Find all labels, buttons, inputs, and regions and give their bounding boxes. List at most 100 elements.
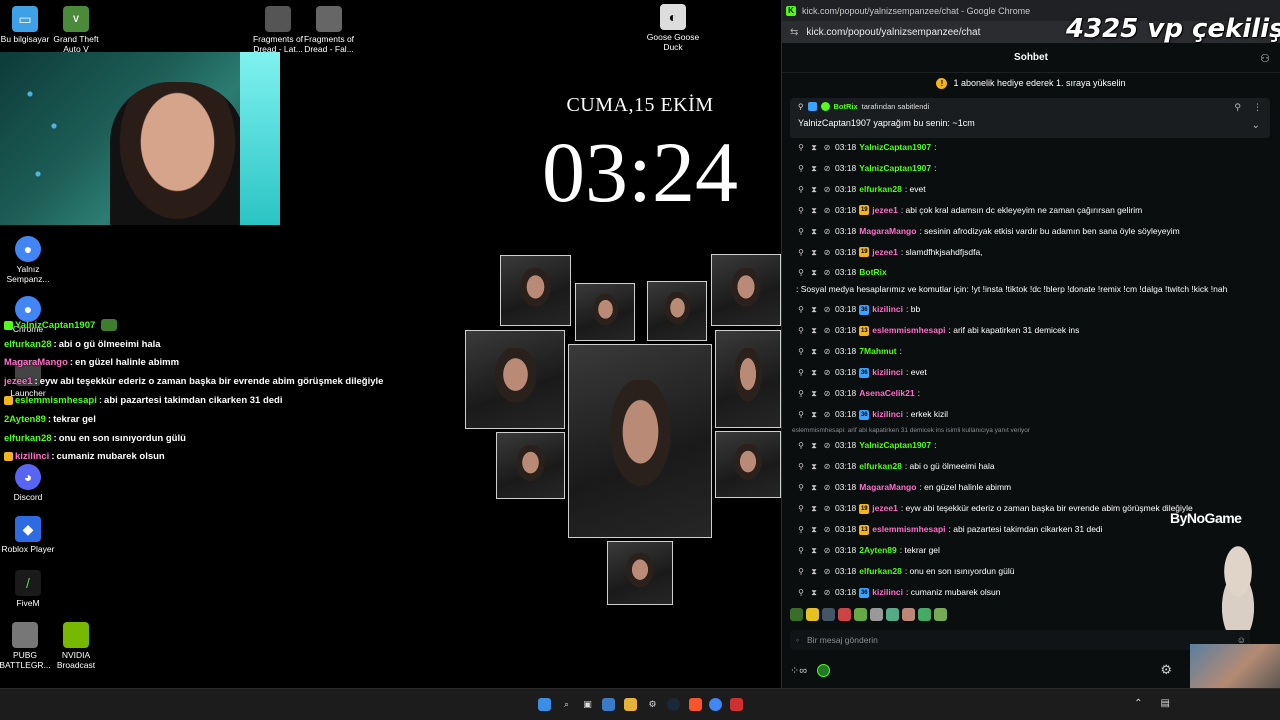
pin-message-icon[interactable]: ⚲ [796, 408, 806, 422]
chat-message[interactable]: ⚲ ⧗ ⊘ 03:18 AsenaCelik21: [790, 384, 1250, 405]
user-list-icon[interactable]: ⚇ [1260, 52, 1270, 65]
chat-message[interactable]: ⚲ ⧗ ⊘ 03:18 19 jezee1: slamdfhkjsahdfjsdfa, [790, 242, 1250, 263]
emote-icon[interactable] [902, 608, 915, 621]
timeout-icon[interactable]: ⧗ [809, 408, 819, 422]
pin-message-icon[interactable]: ⚲ [796, 565, 806, 579]
emote-icon[interactable] [918, 608, 931, 621]
timeout-icon[interactable]: ⧗ [809, 366, 819, 380]
message-username[interactable]: MagaraMango [859, 225, 916, 239]
task-view-icon[interactable]: ▣ [581, 698, 594, 711]
timeout-icon[interactable]: ⧗ [809, 225, 819, 239]
pin-message-icon[interactable]: ⚲ [796, 141, 806, 155]
timeout-icon[interactable]: ⧗ [809, 162, 819, 176]
kick-coin-icon[interactable] [817, 663, 831, 677]
message-username[interactable]: AsenaCelik21 [859, 387, 914, 401]
ban-icon[interactable]: ⊘ [822, 324, 832, 338]
timeout-icon[interactable]: ⧗ [809, 523, 819, 537]
timeout-icon[interactable]: ⧗ [809, 303, 819, 317]
chat-message[interactable]: ⚲ ⧗ ⊘ 03:18 elfurkan28: onu en son ısınıyord… [790, 562, 1250, 583]
points-icon[interactable]: ⁘∞ [790, 664, 807, 677]
ban-icon[interactable]: ⊘ [822, 246, 832, 260]
chat-message[interactable]: ⚲ ⧗ ⊘ 03:18 36 kizilinci: bb [790, 300, 1250, 321]
ban-icon[interactable]: ⊘ [822, 565, 832, 579]
ban-icon[interactable]: ⊘ [822, 366, 832, 380]
emote-icon[interactable] [854, 608, 867, 621]
timeout-icon[interactable]: ⧗ [809, 141, 819, 155]
settings-icon[interactable]: ⚙ [646, 698, 659, 711]
message-username[interactable]: 2Ayten89 [859, 544, 896, 558]
emote-icon[interactable] [806, 608, 819, 621]
ban-icon[interactable]: ⊘ [822, 460, 832, 474]
search-icon[interactable]: ⌕ [560, 698, 573, 711]
pin-message-icon[interactable]: ⚲ [796, 162, 806, 176]
ban-icon[interactable]: ⊘ [822, 408, 832, 422]
chat-message[interactable]: ⚲ ⧗ ⊘ 03:18 MagaraMango: sesinin afrodizyak … [790, 221, 1250, 242]
timeout-icon[interactable]: ⧗ [809, 481, 819, 495]
network-icon[interactable]: ▤ [1161, 698, 1170, 709]
pin-message-icon[interactable]: ⚲ [796, 225, 806, 239]
chat-message[interactable]: ⚲ ⧗ ⊘ 03:18 2Ayten89: tekrar gel [790, 541, 1250, 562]
ban-icon[interactable]: ⊘ [822, 141, 832, 155]
steam-icon[interactable] [667, 698, 680, 711]
chat-message[interactable]: ⚲ ⧗ ⊘ 03:18 YalnizCaptan1907: [790, 158, 1250, 179]
chat-message[interactable]: ⚲ ⧗ ⊘ 03:18 36 kizilinci: cumaniz mubarek ols… [790, 583, 1250, 604]
pin-message-icon[interactable]: ⚲ [796, 204, 806, 218]
desktop-icon-fragments-2[interactable]: Fragments of Dread - Fal... [297, 6, 361, 54]
brave-icon[interactable] [689, 698, 702, 711]
pin-message-icon[interactable]: ⚲ [796, 266, 806, 280]
pin-message-icon[interactable]: ⚲ [796, 460, 806, 474]
widgets-icon[interactable] [602, 698, 615, 711]
chat-message[interactable]: ⚲ ⧗ ⊘ 03:18 YalnizCaptan1907: [790, 137, 1250, 158]
message-username[interactable]: kizilinci [872, 366, 903, 380]
timeout-icon[interactable]: ⧗ [809, 460, 819, 474]
chat-message[interactable]: ⚲ ⧗ ⊘ 03:18 36 kizilinci: evet [790, 363, 1250, 384]
message-username[interactable]: kizilinci [872, 586, 903, 600]
timeout-icon[interactable]: ⧗ [809, 586, 819, 600]
gear-icon[interactable]: ⚙ [1160, 662, 1172, 678]
chat-message[interactable]: ⚲ ⧗ ⊘ 03:18 MagaraMango: en güzel halinle ab… [790, 478, 1250, 499]
timeout-icon[interactable]: ⧗ [809, 204, 819, 218]
gift-sub-banner[interactable]: ! 1 abonelik hediye ederek 1. sıraya yük… [782, 73, 1280, 93]
chat-message[interactable]: ⚲ ⧗ ⊘ 03:18 elfurkan28: abi o gü ölmeeimi ha… [790, 457, 1250, 478]
pin-message-icon[interactable]: ⚲ [796, 586, 806, 600]
pin-message-icon[interactable]: ⚲ [796, 246, 806, 260]
ban-icon[interactable]: ⊘ [822, 544, 832, 558]
unpin-icon[interactable]: ⚲ [1234, 102, 1241, 113]
pin-message-icon[interactable]: ⚲ [796, 324, 806, 338]
message-username[interactable]: jezee1 [872, 502, 898, 516]
chat-message[interactable]: ⚲ ⧗ ⊘ 03:18 BotRix: Sosyal medya hesaplarımı… [790, 263, 1250, 300]
pin-message-icon[interactable]: ⚲ [796, 523, 806, 537]
timeout-icon[interactable]: ⧗ [809, 345, 819, 359]
chat-message-list[interactable]: ⚲ ⧗ ⊘ 03:18 YalnizCaptan1907: ⚲ ⧗ ⊘ 03:18 YalnizC… [790, 137, 1250, 604]
timeout-icon[interactable]: ⧗ [809, 324, 819, 338]
chevron-up-icon[interactable]: ⌃ [1134, 698, 1142, 709]
pin-message-icon[interactable]: ⚲ [796, 481, 806, 495]
ban-icon[interactable]: ⊘ [822, 204, 832, 218]
chat-message[interactable]: ⚲ ⧗ ⊘ 03:18 YalnizCaptan1907: [790, 436, 1250, 457]
timeout-icon[interactable]: ⧗ [809, 246, 819, 260]
ban-icon[interactable]: ⊘ [822, 183, 832, 197]
desktop-icon-yalniz[interactable]: ● Yalnız Sempanz... [0, 236, 60, 284]
message-username[interactable]: YalnizCaptan1907 [859, 439, 931, 453]
ban-icon[interactable]: ⊘ [822, 266, 832, 280]
timeout-icon[interactable]: ⧗ [809, 183, 819, 197]
chevron-down-icon[interactable]: ⌄ [1252, 120, 1260, 131]
ban-icon[interactable]: ⊘ [822, 439, 832, 453]
pin-message-icon[interactable]: ⚲ [796, 387, 806, 401]
message-username[interactable]: 7Mahmut [859, 345, 896, 359]
pin-message-icon[interactable]: ⚲ [796, 544, 806, 558]
timeout-icon[interactable]: ⧗ [809, 439, 819, 453]
chat-message[interactable]: ⚲ ⧗ ⊘ 03:18 36 kizilinci: erkek kizil [790, 405, 1250, 426]
timeout-icon[interactable]: ⧗ [809, 502, 819, 516]
emote-icon[interactable] [790, 608, 803, 621]
message-username[interactable]: BotRix [859, 266, 886, 280]
pin-message-icon[interactable]: ⚲ [796, 502, 806, 516]
ban-icon[interactable]: ⊘ [822, 502, 832, 516]
timeout-icon[interactable]: ⧗ [809, 387, 819, 401]
emote-icon[interactable] [838, 608, 851, 621]
timeout-icon[interactable]: ⧗ [809, 565, 819, 579]
chrome-icon[interactable] [709, 698, 722, 711]
message-username[interactable]: eslemmismhesapi [872, 523, 945, 537]
message-username[interactable]: elfurkan28 [859, 183, 902, 197]
emote-icon[interactable] [870, 608, 883, 621]
